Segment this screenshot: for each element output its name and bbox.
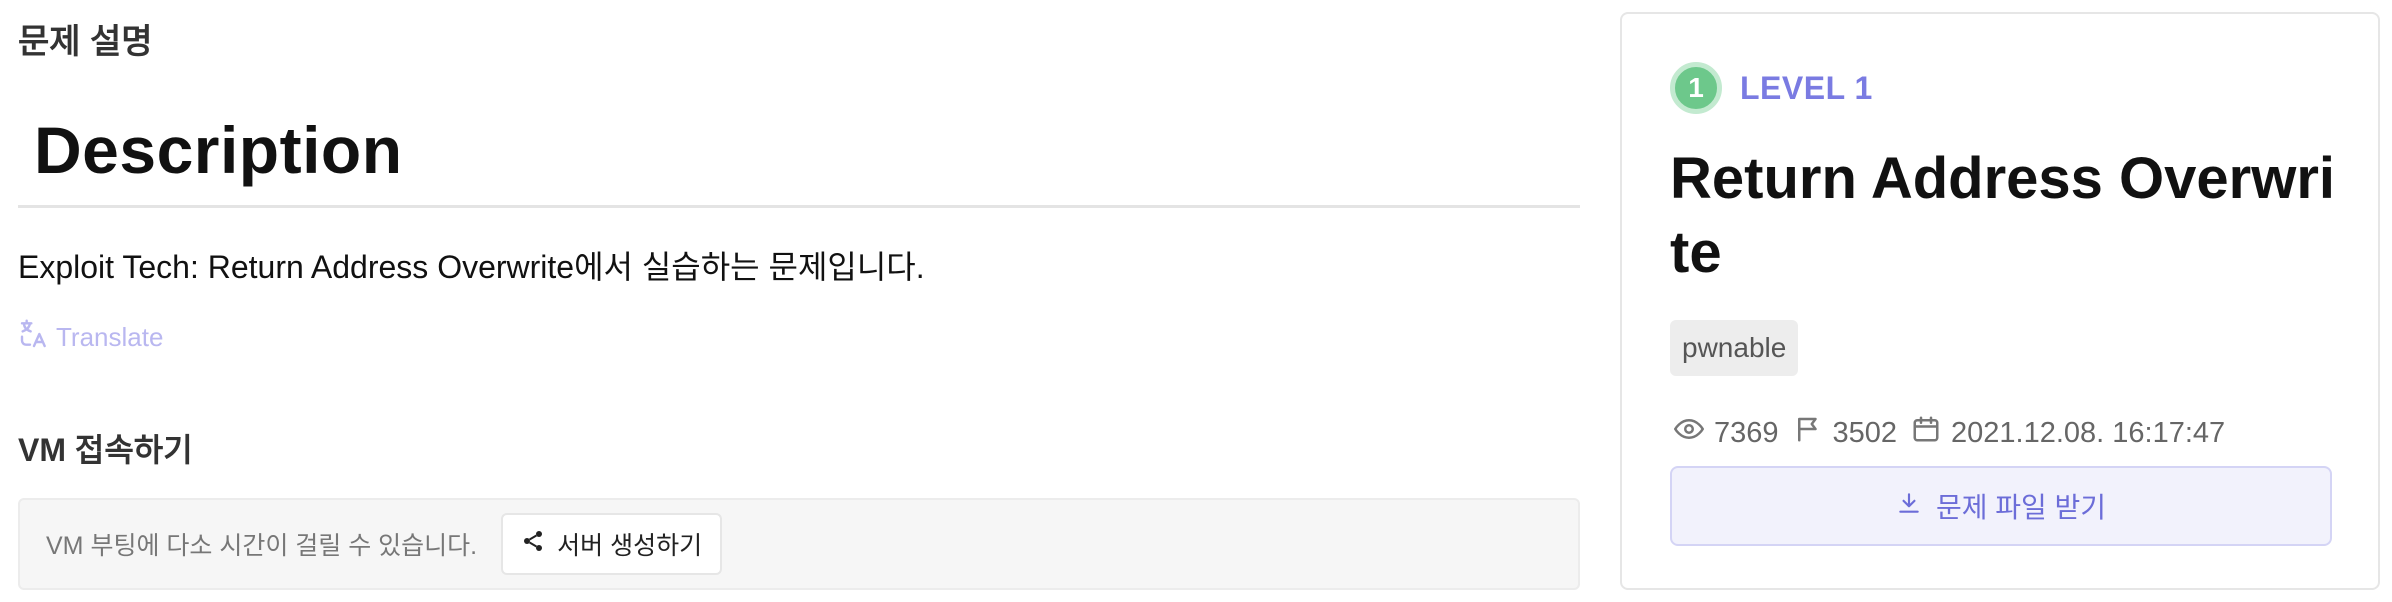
eye-icon	[1674, 414, 1704, 452]
date-stat: 2021.12.08. 16:17:47	[1911, 414, 2225, 452]
category-tag[interactable]: pwnable	[1670, 320, 1799, 376]
download-label: 문제 파일 받기	[1935, 492, 2107, 523]
stats-row: 7369 3502 2021.12.08. 16:17:47	[1674, 414, 2225, 452]
challenge-card: 1 LEVEL 1 Return Address Overwrite pwnab…	[1620, 12, 2380, 590]
vm-note: VM 부팅에 다소 시간이 걸릴 수 있습니다.	[46, 532, 478, 560]
level-label: LEVEL 1	[1740, 69, 1873, 106]
translate-label: Translate	[56, 322, 164, 352]
translate-icon	[18, 318, 50, 357]
vm-heading: VM 접속하기	[18, 432, 193, 468]
vm-panel: VM 부팅에 다소 시간이 걸릴 수 있습니다. 서버 생성하기	[18, 498, 1580, 590]
challenge-title: Return Address Overwrite	[1670, 146, 2336, 285]
share-icon	[521, 529, 545, 560]
solves-stat: 3502	[1793, 414, 1898, 452]
level-badge: 1	[1670, 62, 1722, 114]
divider	[18, 205, 1580, 208]
level-row: 1 LEVEL 1	[1670, 62, 1873, 114]
created-date: 2021.12.08. 16:17:47	[1951, 416, 2226, 449]
description-heading: Description	[34, 113, 403, 187]
create-server-button[interactable]: 서버 생성하기	[501, 513, 723, 575]
download-icon	[1896, 490, 1922, 523]
views-stat: 7369	[1674, 414, 1779, 452]
translate-button[interactable]: Translate	[18, 318, 163, 357]
section-label: 문제 설명	[18, 23, 153, 61]
description-text: Exploit Tech: Return Address Overwrite에서…	[18, 249, 925, 285]
create-server-label: 서버 생성하기	[557, 532, 703, 560]
calendar-icon	[1911, 414, 1941, 452]
download-file-button[interactable]: 문제 파일 받기	[1670, 466, 2332, 546]
views-count: 7369	[1714, 416, 1779, 449]
solves-count: 3502	[1832, 416, 1898, 449]
flag-icon	[1793, 414, 1823, 452]
